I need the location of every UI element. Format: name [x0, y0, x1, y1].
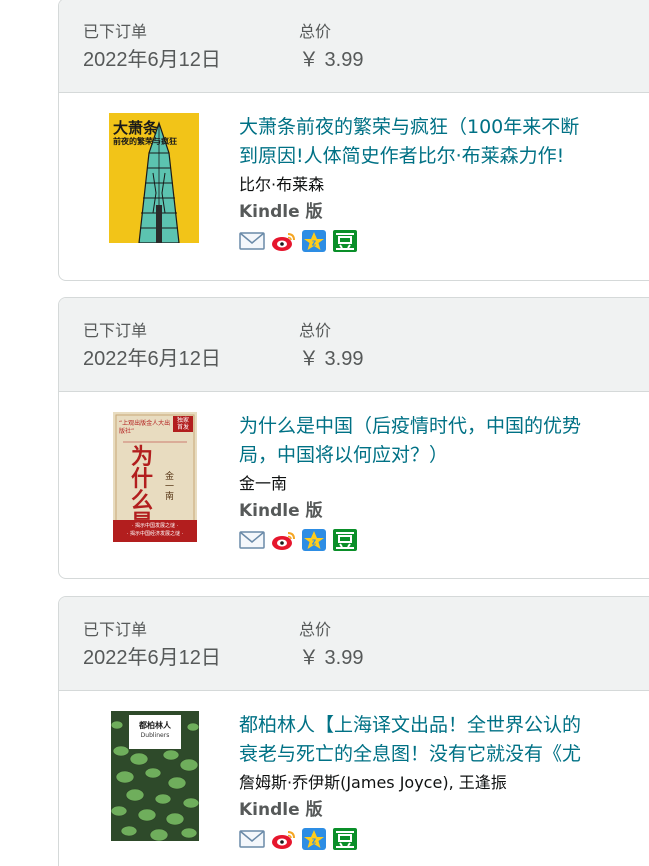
douban-icon[interactable] — [332, 528, 358, 552]
qzone-icon[interactable]: z — [301, 229, 327, 253]
order-header: 已下订单 2022年6月12日 总价 ￥ 3.99 — [59, 298, 649, 392]
order-date: 2022年6月12日 — [83, 49, 221, 71]
cover-subtitle: “上观出版金人大出版社” — [119, 420, 171, 435]
svg-text:z: z — [312, 238, 317, 248]
order-date-label: 已下订单 — [83, 22, 148, 41]
email-icon[interactable] — [239, 827, 265, 851]
item-title-line: 到原因!人体简史作者比尔·布莱森力作! — [239, 145, 565, 167]
order-total-block: 总价 ￥ 3.99 — [299, 320, 363, 374]
order-date-block: 已下订单 2022年6月12日 — [83, 21, 221, 75]
book-cover[interactable]: 都柏林人 Dubliners — [111, 711, 199, 841]
order-header: 已下订单 2022年6月12日 总价 ￥ 3.99 — [59, 0, 649, 93]
order-total: ￥ 3.99 — [299, 348, 364, 370]
weibo-icon[interactable] — [270, 528, 296, 552]
share-row: z — [239, 528, 649, 552]
order-date-block: 已下订单 2022年6月12日 — [83, 320, 221, 374]
item-format: Kindle 版 — [239, 501, 323, 521]
weibo-icon[interactable] — [270, 827, 296, 851]
item-info: 都柏林人【上海译文出品！全世界公认的 衰老与死亡的全息图！没有它就没有《尤 詹姆… — [239, 711, 649, 851]
order-total-block: 总价 ￥ 3.99 — [299, 21, 363, 75]
order-item: 独家首发 “上观出版金人大出版社” 为什么是中国 金一南 · 揭示中国发展之谜 … — [59, 392, 649, 578]
item-title-line: 大萧条前夜的繁荣与疯狂（100年来不断 — [239, 116, 580, 138]
item-title-line: 为什么是中国（后疫情时代，中国的优势 — [239, 415, 582, 437]
item-title-link[interactable]: 都柏林人【上海译文出品！全世界公认的 衰老与死亡的全息图！没有它就没有《尤 — [239, 711, 649, 769]
cover-subtitle: Dubliners — [140, 732, 170, 739]
cover-title: 大萧条 — [113, 119, 159, 137]
order-item: 都柏林人 Dubliners 都柏林人【上海译文出品！全世界公认的 衰老与死亡的… — [59, 691, 649, 866]
book-cover[interactable]: 大萧条 前夜的繁荣与疯狂 — [109, 113, 199, 243]
order-date-block: 已下订单 2022年6月12日 — [83, 619, 221, 673]
order-date-label: 已下订单 — [83, 321, 148, 340]
share-row: z — [239, 827, 649, 851]
douban-icon[interactable] — [332, 229, 358, 253]
order-item: 大萧条 前夜的繁荣与疯狂 大萧条前夜的繁荣与疯狂（100年来不断 到原因!人体简… — [59, 93, 649, 279]
item-title-link[interactable]: 大萧条前夜的繁荣与疯狂（100年来不断 到原因!人体简史作者比尔·布莱森力作! — [239, 113, 649, 171]
cover-badge: 独家首发 — [176, 417, 189, 431]
order-header: 已下订单 2022年6月12日 总价 ￥ 3.99 — [59, 597, 649, 691]
share-row: z — [239, 229, 649, 253]
cover-title: 都柏林人 — [139, 721, 171, 730]
cover-subtitle: 前夜的繁荣与疯狂 — [113, 136, 177, 146]
item-info: 为什么是中国（后疫情时代，中国的优势 局，中国将以何应对？） 金一南 Kindl… — [239, 412, 649, 552]
weibo-icon[interactable] — [270, 229, 296, 253]
item-info: 大萧条前夜的繁荣与疯狂（100年来不断 到原因!人体简史作者比尔·布莱森力作! … — [239, 113, 649, 253]
order-total: ￥ 3.99 — [299, 647, 364, 669]
item-author: 詹姆斯·乔伊斯(James Joyce), 王逢振 — [239, 773, 507, 792]
item-author: 比尔·布莱森 — [239, 175, 325, 194]
order-total-label: 总价 — [299, 321, 332, 340]
order-date: 2022年6月12日 — [83, 348, 221, 370]
order-total: ￥ 3.99 — [299, 49, 364, 71]
cover-tagline: · 揭示中国发展之谜 · — [131, 523, 179, 529]
email-icon[interactable] — [239, 229, 265, 253]
order-card: 已下订单 2022年6月12日 总价 ￥ 3.99 都柏林人 Dubliners… — [58, 596, 649, 866]
order-total-block: 总价 ￥ 3.99 — [299, 619, 363, 673]
item-title-line: 局，中国将以何应对？） — [239, 444, 449, 466]
cover-tagline: · 揭示中国经济发展之谜 · — [126, 531, 184, 537]
item-author: 金一南 — [239, 474, 288, 493]
order-card: 已下订单 2022年6月12日 总价 ￥ 3.99 独家首发 “上观出版金人大出… — [58, 297, 649, 579]
order-total-label: 总价 — [299, 22, 332, 41]
email-icon[interactable] — [239, 528, 265, 552]
order-total-label: 总价 — [299, 620, 332, 639]
order-date: 2022年6月12日 — [83, 647, 221, 669]
qzone-icon[interactable]: z — [301, 528, 327, 552]
item-title-line: 衰老与死亡的全息图！没有它就没有《尤 — [239, 743, 582, 765]
item-title-link[interactable]: 为什么是中国（后疫情时代，中国的优势 局，中国将以何应对？） — [239, 412, 649, 470]
svg-text:z: z — [312, 537, 317, 547]
item-title-line: 都柏林人【上海译文出品！全世界公认的 — [239, 714, 582, 736]
svg-text:z: z — [312, 836, 317, 846]
order-history-page: 已下订单 2022年6月12日 总价 ￥ 3.99 大萧条 前夜的繁荣与疯狂 大… — [0, 0, 649, 866]
cover-author: 金一南 — [165, 472, 175, 502]
order-date-label: 已下订单 — [83, 620, 148, 639]
item-format: Kindle 版 — [239, 800, 323, 820]
douban-icon[interactable] — [332, 827, 358, 851]
book-cover[interactable]: 独家首发 “上观出版金人大出版社” 为什么是中国 金一南 · 揭示中国发展之谜 … — [113, 412, 197, 542]
qzone-icon[interactable]: z — [301, 827, 327, 851]
item-format: Kindle 版 — [239, 202, 323, 222]
order-card: 已下订单 2022年6月12日 总价 ￥ 3.99 大萧条 前夜的繁荣与疯狂 大… — [58, 0, 649, 281]
